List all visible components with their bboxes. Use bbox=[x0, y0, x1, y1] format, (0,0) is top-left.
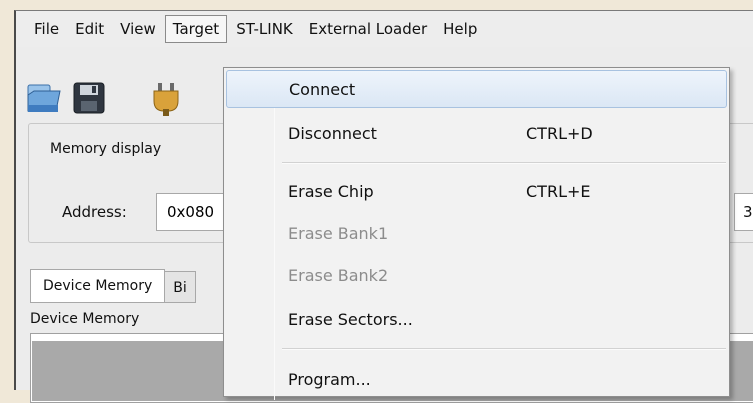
memory-display-label: Memory display bbox=[46, 141, 166, 157]
data-width-field[interactable]: 32 bbox=[734, 193, 753, 231]
connect-plug-icon[interactable] bbox=[150, 81, 184, 117]
menu-separator bbox=[282, 348, 726, 350]
menu-item-connect[interactable]: Connect bbox=[226, 70, 727, 108]
menu-item-label: Program... bbox=[288, 369, 371, 389]
menu-item-shortcut: CTRL+D bbox=[526, 123, 593, 143]
menu-help[interactable]: Help bbox=[435, 15, 485, 43]
menu-item-erase-bank2: Erase Bank2 bbox=[226, 256, 727, 294]
menu-view[interactable]: View bbox=[112, 15, 164, 43]
menu-item-program[interactable]: Program... bbox=[226, 360, 727, 398]
address-label: Address: bbox=[62, 203, 127, 221]
menu-item-erase-bank1: Erase Bank1 bbox=[226, 214, 727, 252]
menu-item-erase-sectors[interactable]: Erase Sectors... bbox=[226, 300, 727, 338]
menu-item-label: Erase Chip bbox=[288, 181, 374, 201]
memory-tabs: Device Memory Bi bbox=[30, 269, 196, 303]
menu-st-link[interactable]: ST-LINK bbox=[228, 15, 301, 43]
menu-file[interactable]: File bbox=[26, 15, 67, 43]
menu-item-label: Connect bbox=[289, 79, 356, 99]
open-file-icon[interactable] bbox=[26, 81, 64, 115]
panel-title: Device Memory bbox=[30, 311, 140, 327]
menu-item-label: Erase Bank2 bbox=[288, 265, 389, 285]
menu-target[interactable]: Target bbox=[164, 15, 228, 43]
target-menu: Connect Disconnect CTRL+D Erase Chip CTR… bbox=[223, 67, 730, 400]
menu-separator bbox=[282, 162, 726, 164]
menu-item-disconnect[interactable]: Disconnect CTRL+D bbox=[226, 114, 727, 152]
menu-item-label: Erase Sectors... bbox=[288, 309, 413, 329]
menu-external-loader[interactable]: External Loader bbox=[301, 15, 435, 43]
menu-bar: File Edit View Target ST-LINK External L… bbox=[16, 11, 753, 47]
tab-binary-file[interactable]: Bi bbox=[165, 271, 196, 303]
menu-item-label: Disconnect bbox=[288, 123, 377, 143]
tab-device-memory[interactable]: Device Memory bbox=[30, 269, 166, 303]
menu-edit[interactable]: Edit bbox=[67, 15, 112, 43]
menu-item-label: Erase Bank1 bbox=[288, 223, 389, 243]
menu-item-shortcut: CTRL+E bbox=[526, 181, 591, 201]
save-icon[interactable] bbox=[72, 81, 106, 115]
menu-item-erase-chip[interactable]: Erase Chip CTRL+E bbox=[226, 172, 727, 210]
